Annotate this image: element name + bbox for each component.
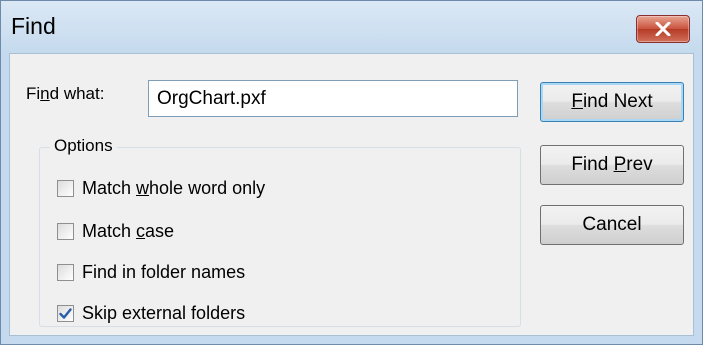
find-next-button[interactable]: Find Next — [540, 82, 684, 122]
cancel-button[interactable]: Cancel — [540, 205, 684, 245]
match-case-label: Match case — [82, 221, 175, 241]
match-case-checkbox[interactable]: Match case — [57, 221, 174, 242]
dialog-body: Find what: Find Next Find Prev Cancel Op… — [9, 53, 694, 336]
checkmark-icon — [59, 307, 72, 320]
title-bar[interactable]: Find — [1, 1, 702, 53]
find-prev-label: Find Prev — [571, 154, 653, 175]
skip-external-folders-label: Skip external folders — [82, 303, 246, 323]
checkbox-box[interactable] — [57, 305, 74, 322]
close-icon — [655, 22, 671, 36]
checkbox-box[interactable] — [57, 180, 74, 197]
close-button[interactable] — [636, 15, 690, 43]
find-in-folder-names-checkbox[interactable]: Find in folder names — [57, 262, 245, 283]
checkbox-box[interactable] — [57, 223, 74, 240]
find-what-label: Find what: — [26, 84, 105, 103]
cancel-label: Cancel — [582, 214, 642, 235]
match-whole-word-checkbox[interactable]: Match whole word only — [57, 178, 265, 199]
checkbox-box[interactable] — [57, 264, 74, 281]
match-whole-word-label: Match whole word only — [82, 178, 266, 198]
find-in-folder-names-label: Find in folder names — [82, 262, 246, 282]
skip-external-folders-checkbox[interactable]: Skip external folders — [57, 303, 245, 324]
find-what-input[interactable] — [148, 80, 518, 117]
options-group: Options Match whole word only Match case… — [39, 136, 521, 327]
options-legend: Options — [50, 136, 117, 156]
find-dialog: Find Find what: Find Next Find Prev Canc… — [0, 0, 703, 345]
find-next-label: Find Next — [571, 91, 653, 112]
find-prev-button[interactable]: Find Prev — [540, 145, 684, 185]
window-title: Find — [11, 13, 56, 39]
